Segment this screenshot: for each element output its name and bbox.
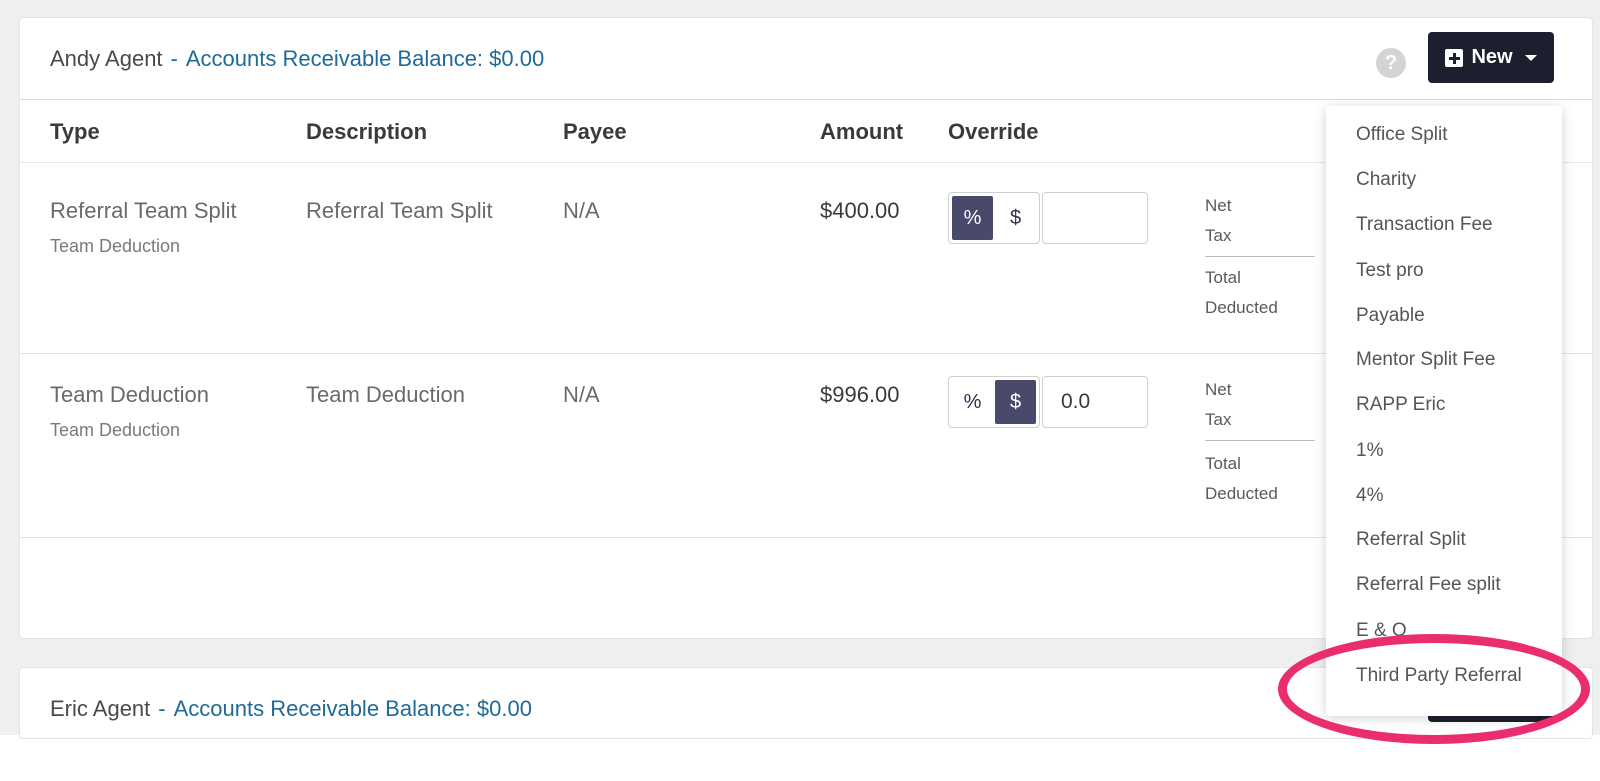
deducted-label: Deducted	[1205, 484, 1278, 503]
menu-item-referral-fee-split[interactable]: Referral Fee split	[1356, 574, 1501, 596]
row-description: Referral Team Split	[306, 198, 493, 223]
net-label: Net	[1205, 196, 1232, 215]
override-control: % $	[948, 376, 1148, 428]
menu-item-4-percent[interactable]: 4%	[1356, 485, 1383, 507]
ar-balance: Accounts Receivable Balance: $0.00	[185, 46, 545, 71]
total-label: Total	[1205, 268, 1241, 287]
menu-item-referral-split[interactable]: Referral Split	[1356, 529, 1466, 551]
card-header: Andy Agent - Accounts Receivable Balance: …	[20, 18, 1592, 100]
net-label: Net	[1205, 380, 1232, 399]
tax-label: Tax	[1205, 410, 1232, 429]
menu-item-payable[interactable]: Payable	[1356, 305, 1425, 327]
title-separator: -	[158, 696, 166, 721]
row-amount: $400.00	[820, 198, 900, 223]
column-header-override: Override	[948, 119, 1039, 144]
agent-title: Eric Agent - Accounts Receivable Balance: …	[50, 696, 532, 722]
menu-item-mentor-split-fee[interactable]: Mentor Split Fee	[1356, 349, 1495, 371]
dollar-option[interactable]: $	[995, 380, 1036, 424]
override-input[interactable]	[1042, 376, 1148, 428]
total-label: Total	[1205, 454, 1241, 473]
row-amount: $996.00	[820, 382, 900, 407]
title-separator: -	[170, 46, 178, 71]
menu-item-transaction-fee[interactable]: Transaction Fee	[1356, 214, 1493, 236]
deducted-label: Deducted	[1205, 298, 1278, 317]
question-circle-icon[interactable]: ?	[1376, 48, 1406, 78]
new-button-label: New	[1471, 46, 1513, 68]
new-button[interactable]: New	[1428, 32, 1554, 83]
column-header-type: Type	[50, 119, 100, 144]
percent-option[interactable]: %	[952, 380, 993, 424]
row-description: Team Deduction	[306, 382, 465, 407]
row-type: Team Deduction	[50, 382, 209, 407]
override-control: % $	[948, 192, 1148, 244]
menu-item-charity[interactable]: Charity	[1356, 169, 1416, 191]
override-type-toggle: % $	[948, 376, 1040, 428]
menu-item-rapp-eric[interactable]: RAPP Eric	[1356, 394, 1445, 416]
override-input[interactable]	[1042, 192, 1148, 244]
column-header-amount: Amount	[820, 119, 904, 144]
agent-title: Andy Agent - Accounts Receivable Balance: …	[50, 46, 544, 72]
agent-name: Eric Agent	[50, 696, 151, 721]
percent-option[interactable]: %	[952, 196, 993, 240]
tax-label: Tax	[1205, 226, 1232, 245]
ar-balance: Accounts Receivable Balance: $0.00	[173, 696, 532, 721]
column-header-description: Description	[306, 119, 428, 144]
menu-item-1-percent[interactable]: 1%	[1356, 440, 1383, 462]
dollar-option[interactable]: $	[995, 196, 1036, 240]
menu-item-third-party-referral[interactable]: Third Party Referral	[1356, 665, 1522, 687]
new-type-dropdown-menu: Office Split Charity Transaction Fee Tes…	[1326, 106, 1562, 716]
summary-divider	[1205, 256, 1315, 257]
caret-down-icon	[1524, 54, 1537, 61]
menu-item-test-pro[interactable]: Test pro	[1356, 260, 1424, 282]
add-square-icon	[1445, 48, 1464, 67]
menu-item-office-split[interactable]: Office Split	[1356, 124, 1448, 146]
row-payee: N/A	[563, 198, 600, 223]
summary-divider	[1205, 440, 1315, 441]
row-type: Referral Team Split	[50, 198, 237, 223]
row-type-sub: Team Deduction	[50, 420, 181, 440]
column-header-payee: Payee	[563, 119, 627, 144]
row-payee: N/A	[563, 382, 600, 407]
agent-name: Andy Agent	[50, 46, 163, 71]
row-type-sub: Team Deduction	[50, 236, 181, 256]
menu-item-e-and-o[interactable]: E & O	[1356, 620, 1407, 642]
override-type-toggle: % $	[948, 192, 1040, 244]
